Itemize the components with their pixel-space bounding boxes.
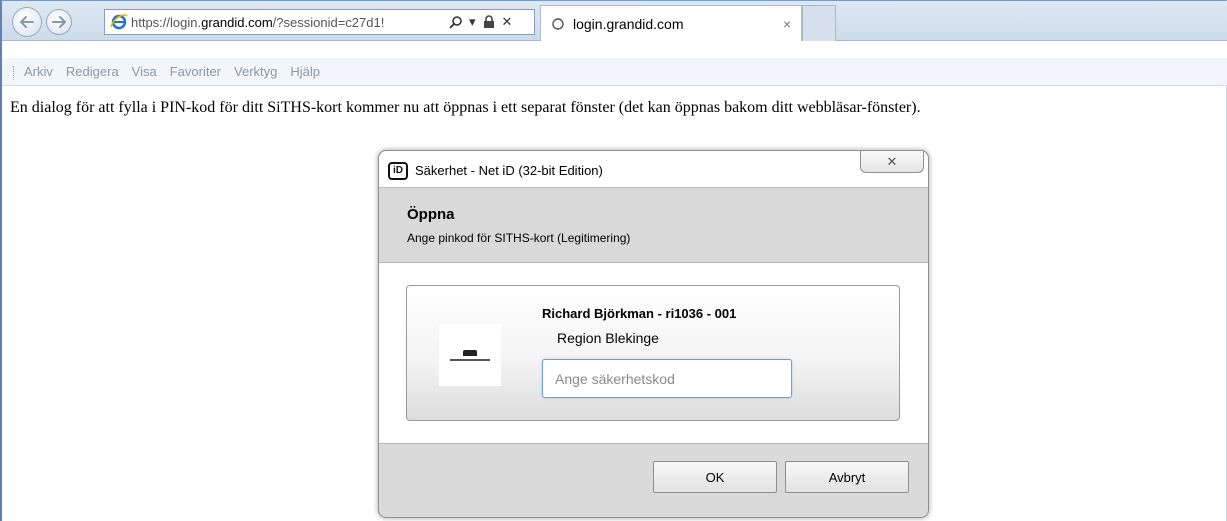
menu-grip bbox=[13, 66, 15, 80]
dialog-titlebar[interactable]: iD Säkerhet - Net iD (32-bit Edition) ✕ bbox=[379, 151, 928, 187]
forward-button[interactable] bbox=[46, 9, 72, 35]
url-text[interactable]: https://login.grandid.com/?sessionid=c27… bbox=[131, 15, 447, 30]
browser-toolbar: https://login.grandid.com/?sessionid=c27… bbox=[2, 1, 1227, 41]
loading-spinner-icon bbox=[552, 17, 564, 30]
arrow-right-icon bbox=[52, 16, 66, 28]
dialog-footer: OK Avbryt bbox=[379, 443, 928, 517]
logo-line bbox=[450, 358, 490, 361]
new-tab-button[interactable] bbox=[802, 5, 836, 41]
address-bar[interactable]: https://login.grandid.com/?sessionid=c27… bbox=[104, 9, 535, 35]
card-organization: Region Blekinge bbox=[557, 330, 659, 346]
menu-item-favoriter[interactable]: Favoriter bbox=[170, 64, 221, 79]
dialog-header-subtitle: Ange pinkod för SITHS-kort (Legitimering… bbox=[407, 231, 631, 245]
menu-item-arkiv[interactable]: Arkiv bbox=[24, 64, 53, 79]
crown-icon bbox=[463, 349, 477, 356]
arrow-left-icon bbox=[20, 16, 34, 28]
region-blekinge-logo-icon bbox=[439, 324, 501, 386]
menu-item-visa[interactable]: Visa bbox=[132, 64, 157, 79]
net-id-logo-text: iD bbox=[393, 165, 403, 176]
page-message: En dialog för att fylla i PIN-kod för di… bbox=[10, 99, 921, 116]
lock-icon[interactable] bbox=[482, 15, 496, 29]
tab-title: login.grandid.com bbox=[573, 15, 684, 32]
menu-item-hjalp[interactable]: Hjälp bbox=[290, 64, 320, 79]
tab-login-grandid[interactable]: login.grandid.com × bbox=[540, 5, 802, 41]
chevron-down-icon[interactable]: ▾ bbox=[469, 14, 476, 30]
url-suffix: /?sessionid=c27d1! bbox=[272, 14, 385, 30]
menu-item-redigera[interactable]: Redigera bbox=[66, 64, 119, 79]
url-domain: grandid.com bbox=[201, 14, 273, 30]
close-icon: ✕ bbox=[886, 153, 898, 169]
tab-close-icon[interactable]: × bbox=[783, 16, 791, 32]
dialog-header: Öppna Ange pinkod för SITHS-kort (Legiti… bbox=[379, 187, 928, 263]
certificate-card: Richard Björkman - ri1036 - 001 Region B… bbox=[406, 285, 900, 421]
cancel-button[interactable]: Avbryt bbox=[785, 461, 909, 493]
ok-button[interactable]: OK bbox=[653, 461, 777, 493]
url-prefix: https://login. bbox=[131, 14, 202, 30]
menu-item-verktyg[interactable]: Verktyg bbox=[234, 64, 277, 79]
pin-input[interactable] bbox=[542, 359, 792, 398]
search-icon[interactable] bbox=[449, 15, 463, 29]
browser-window: https://login.grandid.com/?sessionid=c27… bbox=[0, 0, 1227, 521]
toolbar-spacer bbox=[2, 41, 1227, 58]
dialog-header-title: Öppna bbox=[407, 206, 455, 223]
stop-icon[interactable]: ✕ bbox=[502, 14, 513, 30]
internet-explorer-icon bbox=[110, 13, 128, 31]
menu-bar: Arkiv Redigera Visa Favoriter Verktyg Hj… bbox=[2, 58, 1227, 86]
security-dialog: iD Säkerhet - Net iD (32-bit Edition) ✕ … bbox=[378, 150, 929, 518]
dialog-body: Richard Björkman - ri1036 - 001 Region B… bbox=[379, 263, 928, 443]
dialog-title: Säkerhet - Net iD (32-bit Edition) bbox=[415, 163, 603, 178]
back-button[interactable] bbox=[12, 7, 42, 37]
dialog-close-button[interactable]: ✕ bbox=[860, 151, 924, 173]
card-holder-name: Richard Björkman - ri1036 - 001 bbox=[542, 306, 737, 321]
net-id-logo-icon: iD bbox=[388, 162, 408, 180]
